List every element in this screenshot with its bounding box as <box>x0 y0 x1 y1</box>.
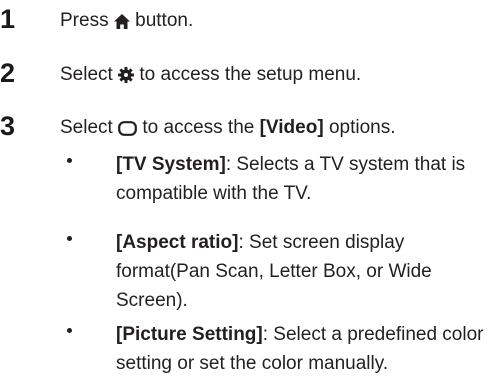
gear-icon <box>118 67 135 83</box>
step-text: Select to access the setup menu. <box>60 63 361 87</box>
step-3: 3 Select to access the [Video] options. <box>0 110 487 144</box>
step-text-after: button. <box>135 10 194 31</box>
step-2: 2 Select to access the setup menu. <box>0 57 487 91</box>
bullet-dot <box>67 328 72 333</box>
step-text-after: to access the setup menu. <box>139 64 362 85</box>
step-text: Select to access the [Video] options. <box>60 116 395 140</box>
option-term: [Aspect ratio] <box>116 232 239 253</box>
video-option-label: [Video] <box>259 117 324 138</box>
rounded-rectangle-icon <box>118 121 137 136</box>
step-number: 1 <box>0 4 16 34</box>
list-item-text: [Picture Setting]: Select a predefined c… <box>116 320 486 378</box>
step-text-before: Select <box>60 117 113 138</box>
bullet-dot <box>67 236 72 241</box>
list-item-text: [Aspect ratio]: Set screen display forma… <box>116 228 486 315</box>
list-item-text: [TV System]: Selects a TV system that is… <box>116 150 486 208</box>
step-number: 2 <box>0 58 16 88</box>
option-term: [Picture Setting] <box>116 324 263 345</box>
bullet-dot <box>67 158 72 163</box>
home-icon <box>113 14 130 29</box>
step-text-before: Select <box>60 64 113 85</box>
step-1: 1 Press button. <box>0 3 487 37</box>
step-number: 3 <box>0 111 16 141</box>
step-text: Press button. <box>60 9 193 33</box>
step-text-after2: options. <box>328 117 396 138</box>
step-text-after: to access the <box>142 117 255 138</box>
option-term: [TV System] <box>116 154 226 175</box>
step-text-before: Press <box>60 10 109 31</box>
